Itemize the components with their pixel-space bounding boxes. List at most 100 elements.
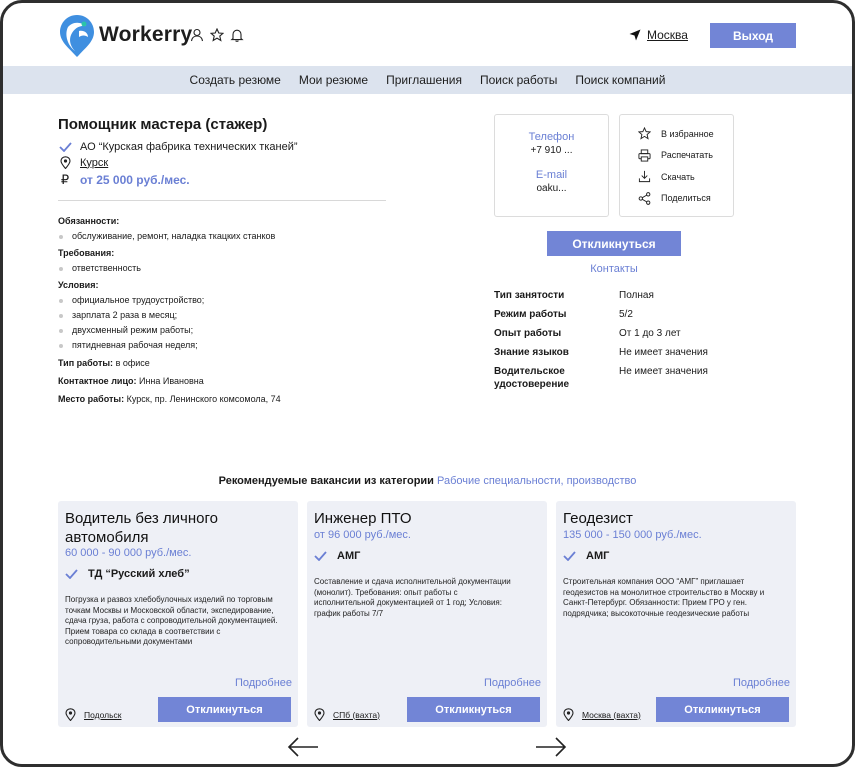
arrow-right-icon[interactable] — [535, 736, 567, 758]
spec-row: Опыт работы От 1 до 3 лет — [494, 327, 708, 346]
location-pin-icon — [314, 708, 325, 721]
vacancy-card[interactable]: Инженер ПТО от 96 000 руб./мес. АМГ Сост… — [307, 501, 547, 727]
card-location-label[interactable]: Москва (вахта) — [582, 710, 641, 720]
actions-box: В избранное Распечатать Скачать Поделить… — [619, 114, 734, 217]
share-action[interactable]: Поделиться — [638, 188, 733, 210]
card-company: АМГ — [314, 550, 360, 562]
spec-value: Не имеет значения — [619, 347, 708, 358]
favorite-action[interactable]: В избранное — [638, 123, 733, 145]
city-row: Курск — [58, 156, 108, 169]
spec-key: Знание языков — [494, 347, 569, 358]
spec-row: Водительское удостоверение Не имеет значе… — [494, 365, 708, 391]
card-more-link[interactable]: Подробнее — [733, 677, 790, 689]
card-respond-button[interactable]: Откликнуться — [158, 697, 291, 722]
salary-row: ₽ от 25 000 руб./мес. — [58, 172, 190, 188]
main-nav: Создать резюме Мои резюме Приглашения По… — [3, 66, 852, 94]
card-company: ТД “Русский хлеб” — [65, 568, 190, 580]
card-respond-button[interactable]: Откликнуться — [656, 697, 789, 722]
spec-key: Режим работы — [494, 309, 567, 320]
email-label: E-mail — [535, 169, 568, 181]
print-action[interactable]: Распечатать — [638, 145, 733, 167]
nav-create-resume[interactable]: Создать резюме — [190, 73, 281, 87]
card-location-label[interactable]: Подольск — [84, 710, 122, 720]
respond-button[interactable]: Откликнуться — [547, 231, 681, 256]
conditions-heading: Условия: — [58, 280, 99, 290]
card-location-label[interactable]: СПб (вахта) — [333, 710, 380, 720]
work-type-value: в офисе — [113, 358, 150, 368]
card-description: Погрузка и развоз хлебобулочных изделий … — [65, 595, 278, 646]
verified-check-icon — [65, 569, 78, 579]
download-icon — [638, 171, 651, 183]
location-pin-icon — [59, 156, 71, 169]
verified-check-icon — [58, 142, 72, 152]
logo-icon[interactable] — [58, 13, 96, 57]
bell-icon[interactable] — [230, 28, 244, 42]
share-label: Поделиться — [661, 193, 711, 204]
spec-key: Опыт работы — [494, 328, 562, 339]
contacts-link[interactable]: Контакты — [547, 263, 681, 275]
list-item: двухсменный режим работы; — [58, 323, 388, 338]
list-item: официальное трудоустройство; — [58, 293, 388, 308]
vacancy-city[interactable]: Курск — [80, 157, 108, 169]
place-key: Место работы: — [58, 394, 125, 404]
share-icon — [638, 191, 651, 205]
recommended-category-link[interactable]: Рабочие специальности, производство — [437, 475, 636, 487]
ruble-icon: ₽ — [60, 172, 70, 187]
spec-key: Тип занятости — [494, 290, 565, 301]
card-location: Подольск — [65, 708, 122, 721]
verified-check-icon — [563, 551, 576, 561]
city-label: Москва — [647, 28, 688, 42]
print-label: Распечатать — [661, 150, 713, 161]
work-place: Место работы: Курск, пр. Ленинского комс… — [58, 392, 388, 407]
list-item: ответственность — [58, 261, 388, 276]
download-action[interactable]: Скачать — [638, 166, 733, 188]
star-icon[interactable] — [210, 28, 224, 42]
spec-row: Знание языков Не имеет значения — [494, 346, 708, 365]
vacancy-card[interactable]: Геодезист 135 000 - 150 000 руб./мес. АМ… — [556, 501, 796, 727]
verified-check-icon — [314, 551, 327, 561]
logout-button[interactable]: Выход — [710, 23, 796, 48]
phone-label: Телефон — [528, 131, 575, 143]
card-salary: 135 000 - 150 000 руб./мес. — [563, 529, 702, 541]
card-location: Москва (вахта) — [563, 708, 641, 721]
email-value[interactable]: oaku... — [495, 183, 608, 194]
contact-key: Контактное лицо: — [58, 376, 137, 386]
vacancy-card[interactable]: Водитель без личного автомобиля 60 000 -… — [58, 501, 298, 727]
user-icon[interactable] — [190, 28, 204, 42]
arrow-left-icon[interactable] — [287, 736, 319, 758]
card-title[interactable]: Инженер ПТО — [314, 509, 534, 528]
list-item: зарплата 2 раза в месяц; — [58, 308, 388, 323]
card-description: Составление и сдача исполнительной докум… — [314, 577, 511, 618]
contacts-box: Телефон +7 910 ... E-mail oaku... — [494, 114, 609, 217]
card-respond-button[interactable]: Откликнуться — [407, 697, 540, 722]
card-company-name: АМГ — [337, 550, 361, 562]
page-frame: Workerry Москва Выход Создать резюме Мои… — [0, 0, 855, 767]
spec-value: Полная — [619, 290, 654, 301]
card-title[interactable]: Водитель без личного автомобиля — [65, 509, 235, 547]
card-location: СПб (вахта) — [314, 708, 380, 721]
nav-company-search[interactable]: Поиск компаний — [575, 73, 665, 87]
card-company-name: АМГ — [586, 550, 610, 562]
star-icon — [638, 127, 651, 140]
requirements-heading: Требования: — [58, 248, 115, 258]
spec-value: Не имеет значения — [619, 366, 708, 377]
place-value: Курск, пр. Ленинского комсомола, 74 — [124, 394, 281, 404]
spec-row: Режим работы 5/2 — [494, 308, 708, 327]
work-type: Тип работы: в офисе — [58, 356, 388, 371]
nav-my-resumes[interactable]: Мои резюме — [299, 73, 368, 87]
card-more-link[interactable]: Подробнее — [484, 677, 541, 689]
header: Workerry Москва Выход — [3, 3, 852, 66]
location-arrow-icon — [629, 29, 641, 41]
card-more-link[interactable]: Подробнее — [235, 677, 292, 689]
nav-job-search[interactable]: Поиск работы — [480, 73, 557, 87]
divider — [58, 200, 386, 201]
city-selector[interactable]: Москва — [629, 28, 688, 42]
nav-invitations[interactable]: Приглашения — [386, 73, 462, 87]
phone-value[interactable]: +7 910 ... — [495, 145, 608, 156]
vacancy-specs: Тип занятости Полная Режим работы 5/2 Опыт… — [494, 289, 708, 391]
card-salary: 60 000 - 90 000 руб./мес. — [65, 547, 192, 559]
spec-value: 5/2 — [619, 309, 633, 320]
company-name[interactable]: АО “Курская фабрика технических тканей” — [80, 141, 298, 153]
card-title[interactable]: Геодезист — [563, 509, 783, 528]
card-company: АМГ — [563, 550, 609, 562]
